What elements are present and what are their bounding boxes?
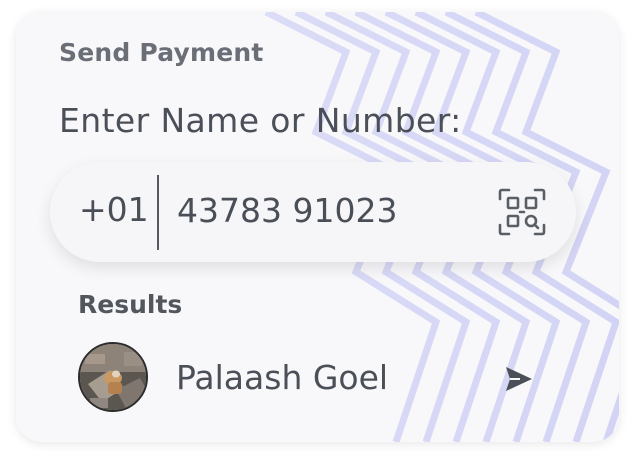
country-code-selector[interactable]: +01 bbox=[79, 190, 149, 229]
qr-scan-icon[interactable] bbox=[497, 187, 547, 237]
input-prompt-label: Enter Name or Number: bbox=[59, 101, 462, 140]
phone-input-container: +01 bbox=[50, 162, 576, 262]
send-payment-card: Send Payment Enter Name or Number: +01 R… bbox=[16, 12, 619, 442]
send-icon[interactable] bbox=[502, 362, 536, 396]
result-name: Palaash Goel bbox=[176, 358, 389, 397]
input-divider bbox=[157, 175, 159, 250]
results-heading: Results bbox=[78, 290, 183, 319]
avatar bbox=[78, 342, 148, 412]
card-title: Send Payment bbox=[59, 38, 264, 67]
phone-number-input[interactable] bbox=[177, 184, 477, 236]
result-item[interactable]: Palaash Goel bbox=[78, 340, 548, 414]
